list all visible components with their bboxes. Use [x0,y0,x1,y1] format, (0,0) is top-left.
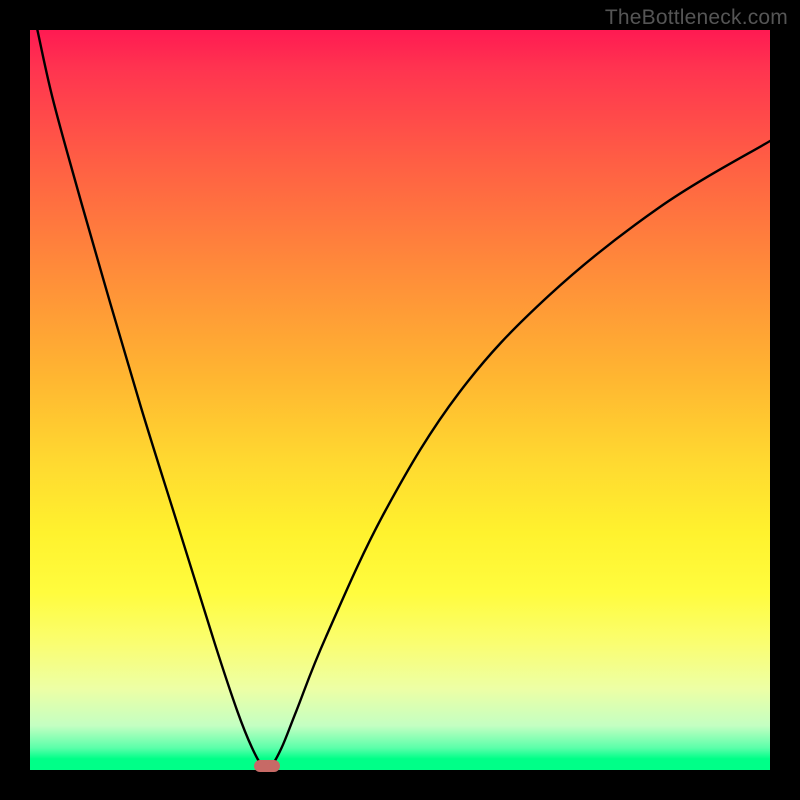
chart-curve-svg [30,30,770,770]
chart-plot-area [30,30,770,770]
chart-curve-path [37,30,770,770]
chart-min-marker [254,760,280,772]
watermark-text: TheBottleneck.com [605,6,788,30]
